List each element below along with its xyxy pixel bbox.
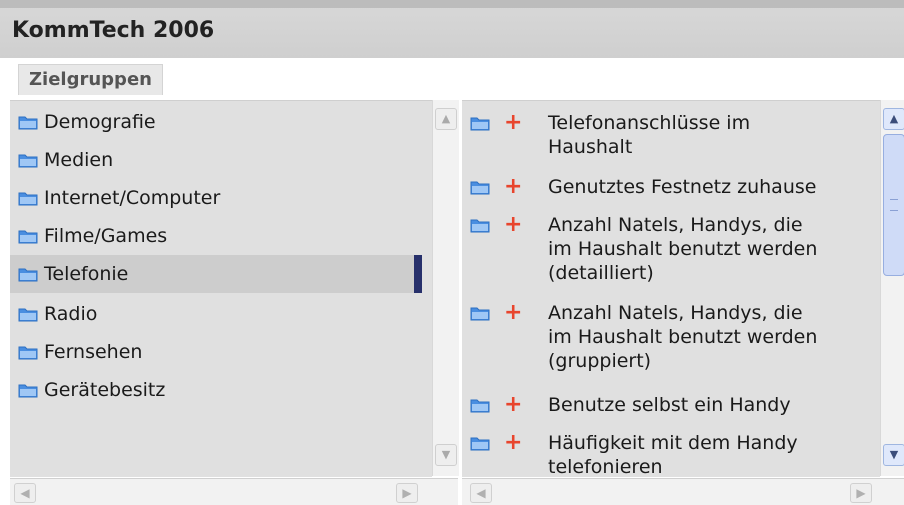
list-item-geraetebesitz[interactable]: Gerätebesitz <box>18 379 165 401</box>
list-item[interactable]: + Anzahl Natels, Handys, die im Haushalt … <box>470 301 870 381</box>
plus-icon[interactable]: + <box>504 432 522 454</box>
list-item[interactable]: + Genutztes Festnetz zuhause <box>470 175 870 205</box>
plus-icon[interactable]: + <box>504 112 522 134</box>
scroll-right-icon[interactable]: ▶ <box>396 483 418 503</box>
scroll-down-icon[interactable]: ▼ <box>435 444 457 466</box>
folder-icon <box>470 435 490 451</box>
list-item[interactable]: + Häufigkeit mit dem Handy telefonieren <box>470 431 870 477</box>
plus-icon[interactable]: + <box>504 302 522 324</box>
grip-icon <box>890 199 898 211</box>
list-item-demografie[interactable]: Demografie <box>18 111 156 133</box>
list-item-fernsehen[interactable]: Fernsehen <box>18 341 142 363</box>
list-item-radio[interactable]: Radio <box>18 303 97 325</box>
list-item-telefonie[interactable]: Telefonie <box>10 255 422 293</box>
top-border <box>0 0 904 8</box>
list-item-label: Filme/Games <box>44 225 168 247</box>
list-item-medien[interactable]: Medien <box>18 149 113 171</box>
list-item-label: Radio <box>44 303 98 325</box>
folder-icon <box>18 344 38 360</box>
list-item-label: Benutze selbst ein Handy <box>548 394 791 416</box>
scroll-down-icon[interactable]: ▼ <box>883 444 904 466</box>
list-item[interactable]: + Telefonanschlüsse im Haushalt <box>470 111 870 167</box>
list-item-label: Fernsehen <box>44 341 143 363</box>
list-item-label: Internet/Computer <box>44 187 221 209</box>
folder-icon <box>18 190 38 206</box>
tab-strip: Zielgruppen <box>0 58 904 100</box>
folder-icon <box>470 217 490 233</box>
list-item-label: Demografie <box>44 111 156 133</box>
scroll-up-icon[interactable]: ▲ <box>435 108 457 130</box>
left-horizontal-scrollbar[interactable]: ◀ ▶ <box>10 478 458 505</box>
list-item-label: Anzahl Natels, Handys, die im Haushalt be… <box>548 302 818 372</box>
list-item-label: Medien <box>44 149 114 171</box>
title-bar: KommTech 2006 <box>0 0 904 59</box>
scroll-left-icon[interactable]: ◀ <box>14 483 36 503</box>
folder-icon <box>470 179 490 195</box>
list-item[interactable]: + Benutze selbst ein Handy <box>470 393 870 423</box>
folder-icon <box>470 397 490 413</box>
window-title: KommTech 2006 <box>12 18 215 43</box>
list-item-internet-computer[interactable]: Internet/Computer <box>18 187 220 209</box>
list-item-label: Telefonie <box>44 263 129 285</box>
plus-icon[interactable]: + <box>504 394 522 416</box>
folder-icon <box>18 382 38 398</box>
folder-icon <box>470 305 490 321</box>
list-item-label: Anzahl Natels, Handys, die im Haushalt be… <box>548 214 818 284</box>
category-list: Demografie Medien Internet/Computer Film… <box>10 100 432 477</box>
plus-icon[interactable]: + <box>504 176 522 198</box>
scroll-right-icon[interactable]: ▶ <box>850 483 872 503</box>
folder-icon <box>18 152 38 168</box>
folder-icon <box>18 228 38 244</box>
folder-icon <box>18 114 38 130</box>
list-item-label: Genutztes Festnetz zuhause <box>548 176 817 198</box>
scroll-thumb[interactable] <box>883 134 904 276</box>
list-item[interactable]: + Anzahl Natels, Handys, die im Haushalt … <box>470 213 870 293</box>
subcategory-list: + Telefonanschlüsse im Haushalt + Genutzt… <box>462 100 880 477</box>
right-vertical-scrollbar[interactable]: ▲ ▼ <box>880 100 904 476</box>
list-item-label: Telefonanschlüsse im Haushalt <box>548 112 751 158</box>
scroll-up-icon[interactable]: ▲ <box>883 108 904 130</box>
folder-icon <box>18 306 38 322</box>
folder-icon <box>18 266 38 282</box>
right-horizontal-scrollbar[interactable]: ◀ ▶ <box>462 478 904 505</box>
list-item-label: Gerätebesitz <box>44 379 166 401</box>
list-item-label: Häufigkeit mit dem Handy telefonieren <box>548 432 798 477</box>
list-item-filme-games[interactable]: Filme/Games <box>18 225 167 247</box>
plus-icon[interactable]: + <box>504 214 522 236</box>
scroll-left-icon[interactable]: ◀ <box>470 483 492 503</box>
tab-zielgruppen[interactable]: Zielgruppen <box>18 64 163 95</box>
folder-icon <box>470 115 490 131</box>
left-vertical-scrollbar[interactable]: ▲ ▼ <box>432 100 459 476</box>
